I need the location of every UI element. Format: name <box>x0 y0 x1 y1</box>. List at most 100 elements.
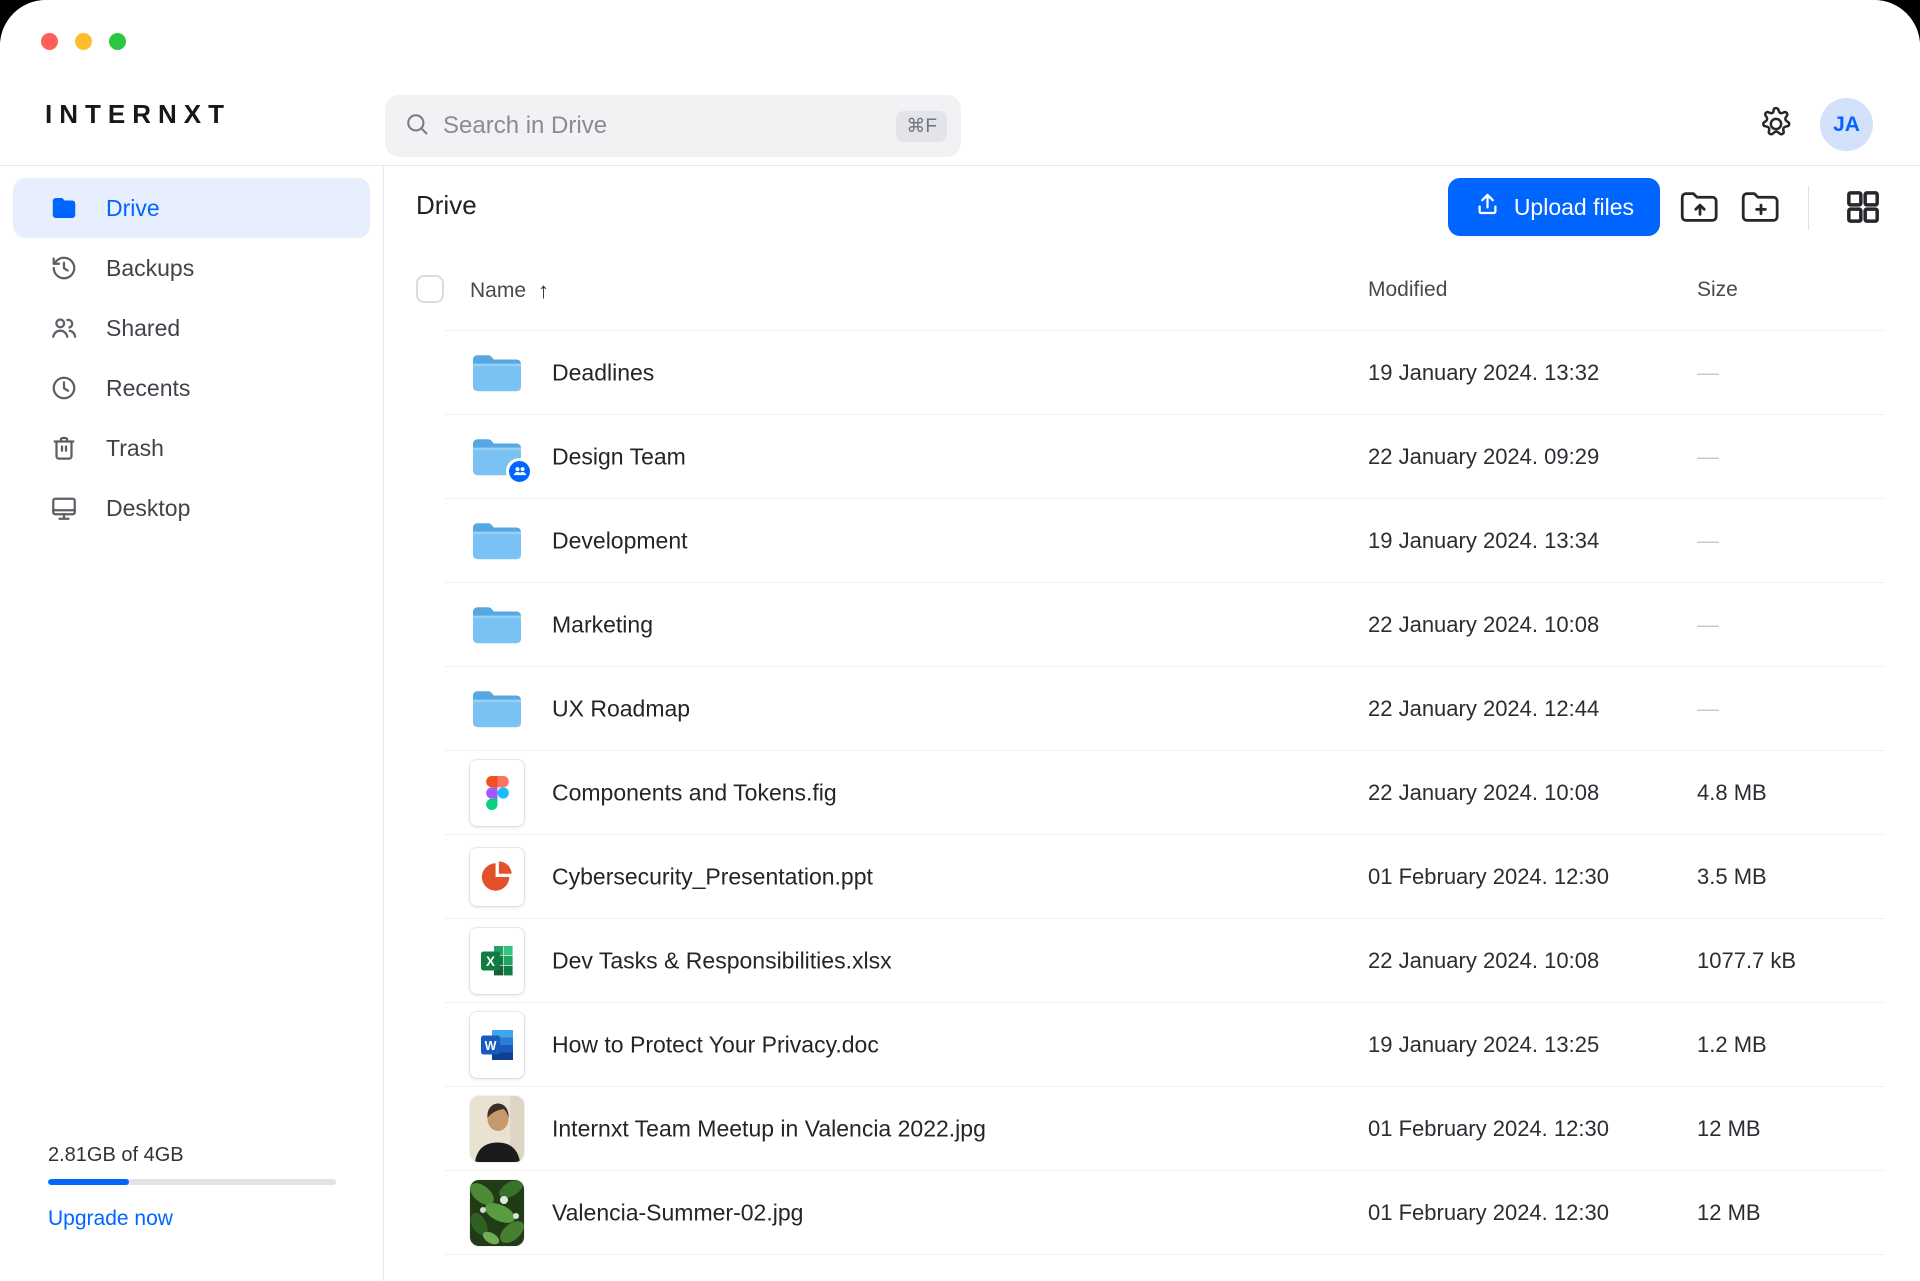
settings-gear-icon[interactable] <box>1756 104 1796 144</box>
grid-view-icon[interactable] <box>1842 186 1884 228</box>
file-size: — <box>1697 612 1719 638</box>
sidebar-nav: Drive Backups Shared Recents Trash Deskt… <box>0 166 383 538</box>
sidebar-item-recents[interactable]: Recents <box>13 358 370 418</box>
file-modified-date: 19 January 2024. 13:25 <box>1368 1032 1599 1058</box>
toolbar-divider <box>1808 186 1809 230</box>
main-content: Drive Upload files <box>384 166 1920 1281</box>
file-modified-date: 22 January 2024. 09:29 <box>1368 444 1599 470</box>
table-header: Name ↑ Modified Size <box>384 262 1920 318</box>
folder-icon <box>462 517 532 565</box>
file-size: 12 MB <box>1697 1116 1761 1142</box>
photo-thumbnail <box>462 1096 532 1162</box>
new-folder-icon[interactable] <box>1740 186 1782 228</box>
search-input[interactable] <box>431 112 896 140</box>
file-list: Deadlines 19 January 2024. 13:32 — Desig… <box>444 330 1885 1255</box>
sidebar-item-label: Desktop <box>106 495 190 522</box>
file-size: — <box>1697 528 1719 554</box>
file-name: Development <box>552 527 688 554</box>
svg-text:W: W <box>485 1039 497 1053</box>
file-size: 1.2 MB <box>1697 1032 1767 1058</box>
sidebar-item-label: Trash <box>106 435 164 462</box>
file-size: — <box>1697 360 1719 386</box>
file-size: 12 MB <box>1697 1200 1761 1226</box>
avatar[interactable]: JA <box>1820 98 1873 151</box>
file-modified-date: 19 January 2024. 13:32 <box>1368 360 1599 386</box>
file-size: — <box>1697 696 1719 722</box>
file-modified-date: 01 February 2024. 12:30 <box>1368 864 1609 890</box>
file-name: Design Team <box>552 443 686 470</box>
column-header-name[interactable]: Name ↑ <box>470 278 549 304</box>
svg-text:X: X <box>486 954 495 969</box>
sidebar: Drive Backups Shared Recents Trash Deskt… <box>0 166 384 1281</box>
figma-file-icon <box>462 760 532 826</box>
storage-widget: 2.81GB of 4GB Upgrade now <box>48 1144 336 1231</box>
table-row[interactable]: W How to Protect Your Privacy.doc 19 Jan… <box>444 1003 1885 1087</box>
table-row[interactable]: X Dev Tasks & Responsibilities.xlsx 22 J… <box>444 919 1885 1003</box>
search-icon <box>403 110 431 143</box>
zoom-window-button[interactable] <box>109 33 126 50</box>
file-modified-date: 19 January 2024. 13:34 <box>1368 528 1599 554</box>
file-size: 3.5 MB <box>1697 864 1767 890</box>
close-window-button[interactable] <box>41 33 58 50</box>
table-row[interactable]: Components and Tokens.fig 22 January 202… <box>444 751 1885 835</box>
shared-badge-icon <box>506 458 533 485</box>
sidebar-item-desktop[interactable]: Desktop <box>13 478 370 538</box>
table-row[interactable]: Cybersecurity_Presentation.ppt 01 Februa… <box>444 835 1885 919</box>
file-name: Valencia-Summer-02.jpg <box>552 1199 803 1226</box>
excel-file-icon: X <box>462 928 532 994</box>
table-row[interactable]: Internxt Team Meetup in Valencia 2022.jp… <box>444 1087 1885 1171</box>
desktop-icon <box>49 493 79 523</box>
file-modified-date: 22 January 2024. 10:08 <box>1368 780 1599 806</box>
file-name: Deadlines <box>552 359 654 386</box>
sidebar-item-drive[interactable]: Drive <box>13 178 370 238</box>
powerpoint-file-icon <box>462 848 532 906</box>
upload-icon <box>1474 191 1501 224</box>
file-modified-date: 22 January 2024. 10:08 <box>1368 612 1599 638</box>
sidebar-item-backups[interactable]: Backups <box>13 238 370 298</box>
column-header-size[interactable]: Size <box>1697 278 1738 302</box>
upload-folder-icon[interactable] <box>1679 186 1721 228</box>
sidebar-item-shared[interactable]: Shared <box>13 298 370 358</box>
upload-files-label: Upload files <box>1514 194 1634 221</box>
table-row[interactable]: UX Roadmap 22 January 2024. 12:44 — <box>444 667 1885 751</box>
photo-thumbnail <box>462 1180 532 1246</box>
file-size: — <box>1697 444 1719 470</box>
file-modified-date: 22 January 2024. 10:08 <box>1368 948 1599 974</box>
sidebar-item-trash[interactable]: Trash <box>13 418 370 478</box>
file-name: How to Protect Your Privacy.doc <box>552 1031 879 1058</box>
sidebar-item-label: Backups <box>106 255 194 282</box>
sort-asc-icon: ↑ <box>538 278 549 304</box>
table-row[interactable]: Design Team 22 January 2024. 09:29 — <box>444 415 1885 499</box>
table-row[interactable]: Valencia-Summer-02.jpg 01 February 2024.… <box>444 1171 1885 1255</box>
internxt-logo: INTERNXT <box>45 99 231 130</box>
table-row[interactable]: Deadlines 19 January 2024. 13:32 — <box>444 331 1885 415</box>
file-name: Dev Tasks & Responsibilities.xlsx <box>552 947 892 974</box>
backups-icon <box>49 253 79 283</box>
file-modified-date: 01 February 2024. 12:30 <box>1368 1200 1609 1226</box>
trash-icon <box>49 433 79 463</box>
recents-icon <box>49 373 79 403</box>
storage-progress-fill <box>48 1179 129 1185</box>
shared-folder-icon <box>462 433 532 481</box>
upload-files-button[interactable]: Upload files <box>1448 178 1660 236</box>
table-row[interactable]: Development 19 January 2024. 13:34 — <box>444 499 1885 583</box>
app-window: INTERNXT ⌘F JA Drive Backups <box>0 0 1920 1281</box>
titlebar: INTERNXT ⌘F JA <box>0 0 1920 166</box>
window-controls <box>41 33 126 50</box>
table-row[interactable]: Marketing 22 January 2024. 10:08 — <box>444 583 1885 667</box>
file-modified-date: 01 February 2024. 12:30 <box>1368 1116 1609 1142</box>
file-name: Cybersecurity_Presentation.ppt <box>552 863 873 890</box>
select-all-checkbox[interactable] <box>416 275 444 303</box>
file-name: UX Roadmap <box>552 695 690 722</box>
sidebar-item-label: Recents <box>106 375 190 402</box>
minimize-window-button[interactable] <box>75 33 92 50</box>
sidebar-item-label: Drive <box>106 195 160 222</box>
shared-icon <box>49 313 79 343</box>
column-header-modified[interactable]: Modified <box>1368 278 1447 302</box>
sidebar-item-label: Shared <box>106 315 180 342</box>
file-name: Internxt Team Meetup in Valencia 2022.jp… <box>552 1115 986 1142</box>
search-bar[interactable]: ⌘F <box>385 95 961 157</box>
file-name: Components and Tokens.fig <box>552 779 837 806</box>
upgrade-now-link[interactable]: Upgrade now <box>48 1207 336 1231</box>
folder-icon <box>462 601 532 649</box>
